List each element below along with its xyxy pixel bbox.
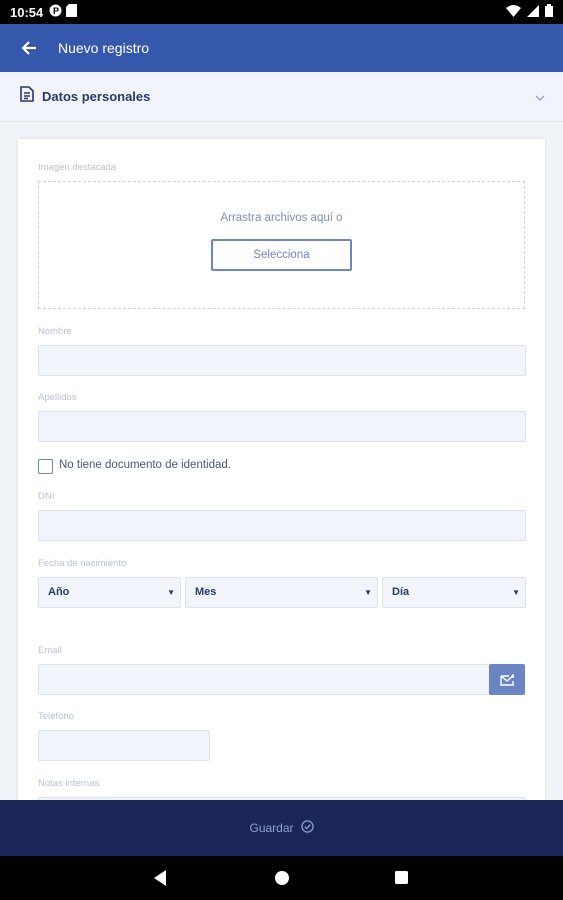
status-bar: 10:54 P — [0, 0, 563, 24]
nombre-label: Nombre — [38, 326, 72, 337]
app-notification-icon: P — [49, 4, 62, 20]
apellidos-input[interactable] — [38, 411, 526, 442]
app-bar: Nuevo registro — [0, 24, 563, 72]
arrow-back-icon — [21, 41, 36, 55]
check-circle-icon — [300, 820, 314, 836]
apellidos-label: Apellidos — [38, 392, 77, 403]
section-header-datos-personales[interactable]: Datos personales — [0, 72, 563, 122]
day-select-value: Día — [392, 586, 410, 598]
save-label: Guardar — [249, 821, 294, 835]
status-time: 10:54 — [10, 4, 44, 20]
dni-input[interactable] — [38, 510, 526, 541]
dropdown-caret-icon: ▼ — [364, 588, 372, 597]
email-send-button[interactable] — [489, 664, 525, 695]
dropdown-caret-icon: ▼ — [512, 588, 520, 597]
wifi-icon — [506, 4, 521, 20]
signal-icon — [527, 4, 539, 20]
home-circle-icon[interactable] — [275, 871, 289, 885]
year-select-value: Año — [48, 586, 70, 598]
image-dropzone[interactable]: Arrastra archivos aquí o Selecciona — [38, 181, 525, 309]
email-input[interactable] — [38, 664, 490, 695]
telefono-input[interactable] — [38, 730, 210, 761]
page-title: Nuevo registro — [58, 40, 150, 56]
dni-label: DNI — [38, 491, 55, 502]
select-file-button[interactable]: Selecciona — [211, 239, 352, 271]
month-select-value: Mes — [195, 586, 217, 598]
featured-image-label: Imagen destacada — [38, 162, 117, 173]
dropzone-text: Arrastra archivos aquí o — [220, 212, 343, 224]
no-id-checkbox-label[interactable]: No tiene documento de identidad. — [59, 459, 231, 471]
back-triangle-icon[interactable] — [154, 870, 166, 886]
back-button[interactable] — [0, 24, 58, 72]
save-button[interactable]: Guardar — [0, 800, 563, 856]
email-label: Email — [38, 645, 62, 656]
notas-label: Notas internas — [38, 778, 100, 789]
day-select[interactable]: Día ▼ — [382, 577, 526, 608]
month-select[interactable]: Mes ▼ — [185, 577, 378, 608]
no-id-checkbox[interactable] — [38, 459, 53, 474]
recents-square-icon[interactable] — [395, 871, 408, 884]
section-title: Datos personales — [42, 89, 151, 104]
system-nav-bar — [0, 856, 563, 900]
sd-card-icon — [66, 4, 78, 20]
year-select[interactable]: Año ▼ — [38, 577, 181, 608]
dropdown-caret-icon: ▼ — [167, 588, 175, 597]
battery-icon — [545, 4, 553, 20]
form-card: Imagen destacada Arrastra archivos aquí … — [18, 139, 545, 819]
telefono-label: Teléfono — [38, 711, 74, 722]
birthdate-label: Fecha de nacimiento — [38, 558, 127, 569]
chevron-down-icon[interactable] — [535, 88, 545, 106]
svg-text:P: P — [53, 6, 59, 16]
document-icon — [20, 86, 34, 107]
mail-send-icon — [500, 673, 514, 686]
nombre-input[interactable] — [38, 345, 526, 376]
